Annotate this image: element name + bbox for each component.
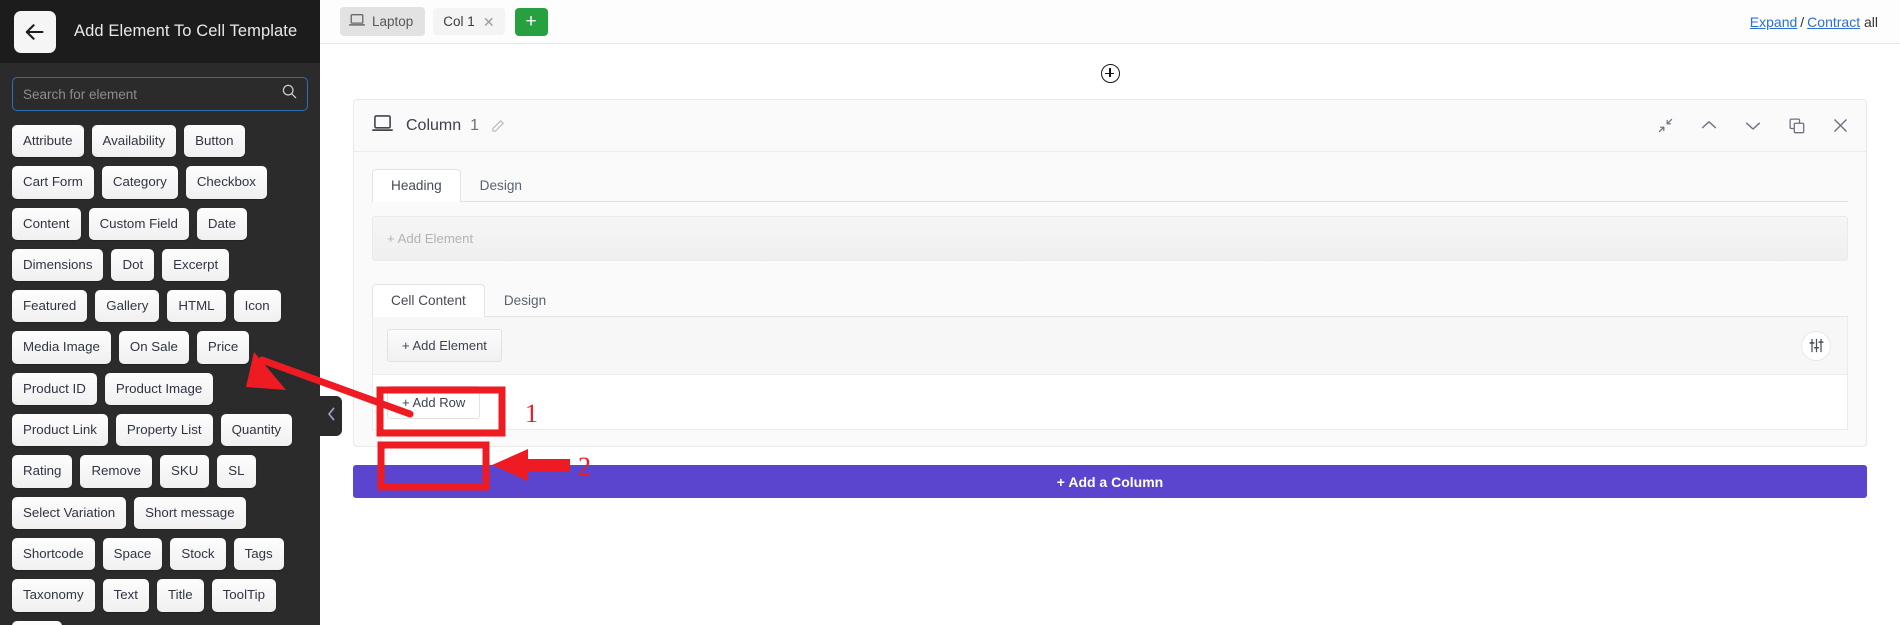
add-section-row xyxy=(320,44,1900,83)
element-tag[interactable]: Media Image xyxy=(12,331,111,364)
annotation-number-1: 1 xyxy=(525,399,538,428)
element-tag[interactable]: Category xyxy=(101,166,178,199)
add-tab-button[interactable]: + xyxy=(514,7,548,36)
builder-canvas: Column 1 Heading Design + Add Element Ce… xyxy=(320,44,1900,625)
column-card: Column 1 Heading Design + Add Element Ce… xyxy=(353,99,1867,447)
element-tag[interactable]: ToolTip xyxy=(211,579,277,612)
element-tag[interactable]: Attribute xyxy=(12,125,84,158)
heading-panel: Heading Design + Add Element xyxy=(354,152,1866,277)
laptop-icon xyxy=(372,114,393,138)
contract-all-link[interactable]: Contract xyxy=(1807,14,1860,30)
element-tag[interactable]: Stock xyxy=(170,537,226,571)
element-tag[interactable]: Product Link xyxy=(12,414,108,447)
tab-cell-content[interactable]: Cell Content xyxy=(372,284,485,317)
element-tag[interactable]: Product ID xyxy=(12,372,97,406)
cell-content-body: + Add Element + Add Row xyxy=(372,317,1848,430)
laptop-icon xyxy=(348,13,366,30)
element-tag[interactable]: SL xyxy=(217,455,256,488)
element-tag[interactable]: Total xyxy=(12,620,63,625)
close-icon[interactable]: ✕ xyxy=(483,15,495,29)
expand-contract-separator: / xyxy=(1800,13,1805,30)
element-tag[interactable]: Property List xyxy=(115,414,213,447)
tab-heading[interactable]: Heading xyxy=(372,169,461,202)
cell-content-tabs: Cell Content Design xyxy=(372,281,1848,317)
element-tag[interactable]: Gallery xyxy=(95,290,160,323)
element-tag[interactable]: Title xyxy=(157,579,204,612)
column-header-tools xyxy=(1658,117,1848,134)
element-tag[interactable]: Price xyxy=(196,331,250,364)
chevron-up-icon[interactable] xyxy=(1701,120,1717,131)
element-tag[interactable]: Checkbox xyxy=(185,166,267,199)
add-element-button[interactable]: + Add Element xyxy=(387,329,502,362)
sliders-icon[interactable] xyxy=(1801,330,1831,361)
heading-add-element-dropzone[interactable]: + Add Element xyxy=(372,216,1848,261)
chevron-left-icon xyxy=(327,407,336,426)
tab-col-1-label: Col 1 xyxy=(443,14,475,29)
tab-col-1[interactable]: Col 1 ✕ xyxy=(433,8,505,35)
tab-cell-design[interactable]: Design xyxy=(485,284,565,317)
sidebar-title: Add Element To Cell Template xyxy=(74,22,298,40)
element-tag[interactable]: Text xyxy=(102,579,149,612)
add-row-bar: + Add Row xyxy=(373,375,1847,429)
expand-contract-suffix: all xyxy=(1863,13,1878,30)
cell-content-panel: Cell Content Design + Add Element + Add … xyxy=(354,277,1866,446)
element-tag[interactable]: Availability xyxy=(91,125,177,158)
element-tag[interactable]: Custom Field xyxy=(88,207,189,240)
tab-heading-design[interactable]: Design xyxy=(461,169,541,202)
element-tag[interactable]: Tags xyxy=(233,537,284,571)
back-button[interactable] xyxy=(14,10,56,53)
element-tag[interactable]: Date xyxy=(196,207,247,240)
column-label: Column xyxy=(406,116,462,134)
element-tag[interactable]: Button xyxy=(184,125,245,158)
element-tag[interactable]: Quantity xyxy=(220,414,293,447)
element-tag[interactable]: Excerpt xyxy=(162,248,230,282)
element-tag[interactable]: Dimensions xyxy=(12,248,104,282)
add-row-button[interactable]: + Add Row xyxy=(387,385,481,419)
top-toolbar: Laptop Col 1 ✕ + Expand / Contract all xyxy=(320,0,1900,44)
search-icon[interactable] xyxy=(282,84,297,104)
element-tag[interactable]: Remove xyxy=(80,455,152,488)
heading-tabs: Heading Design xyxy=(372,166,1848,202)
add-tab-label: + xyxy=(525,11,537,32)
device-selector-laptop[interactable]: Laptop xyxy=(340,7,426,36)
element-tag[interactable]: On Sale xyxy=(118,331,189,364)
element-sidebar: Add Element To Cell Template AttributeAv… xyxy=(0,0,320,625)
element-tag[interactable]: Dot xyxy=(111,248,155,282)
column-header: Column 1 xyxy=(354,100,1866,152)
chevron-down-icon[interactable] xyxy=(1745,120,1761,131)
element-tag[interactable]: Product Image xyxy=(104,372,214,406)
arrow-left-icon xyxy=(25,23,45,40)
search-input[interactable] xyxy=(23,86,276,102)
search-box[interactable] xyxy=(12,77,308,111)
column-number: 1 xyxy=(470,116,480,134)
app-root: Add Element To Cell Template AttributeAv… xyxy=(0,0,1900,625)
cell-row: + Add Element xyxy=(373,317,1847,375)
element-tag[interactable]: Icon xyxy=(233,290,281,323)
expand-all-link[interactable]: Expand xyxy=(1750,14,1797,30)
sidebar-header: Add Element To Cell Template xyxy=(0,0,320,63)
expand-contract-controls: Expand / Contract all xyxy=(1750,14,1878,30)
collapse-icon[interactable] xyxy=(1658,118,1673,133)
element-tag[interactable]: Content xyxy=(12,207,81,240)
element-tag[interactable]: Cart Form xyxy=(12,166,94,199)
element-tag[interactable]: Space xyxy=(102,537,163,571)
close-icon[interactable] xyxy=(1833,118,1848,133)
device-label: Laptop xyxy=(372,14,414,29)
element-tag[interactable]: Short message xyxy=(134,496,246,529)
duplicate-icon[interactable] xyxy=(1789,117,1805,134)
element-tag[interactable]: HTML xyxy=(167,290,226,323)
edit-pencil-icon[interactable] xyxy=(491,118,506,133)
plus-circle-icon[interactable] xyxy=(1100,64,1120,83)
annotation-number-2: 2 xyxy=(578,452,591,481)
element-tag[interactable]: Rating xyxy=(12,455,73,488)
element-tag-list: Attribute Availability Button Cart Form Cate… xyxy=(0,111,320,625)
element-tag[interactable]: Featured xyxy=(12,290,88,323)
element-tag[interactable]: Shortcode xyxy=(12,537,95,571)
element-tag[interactable]: SKU xyxy=(159,455,210,488)
sidebar-collapse-handle[interactable] xyxy=(320,396,342,436)
element-tag[interactable]: Select Variation xyxy=(12,496,127,529)
element-tag[interactable]: Taxonomy xyxy=(12,579,95,612)
